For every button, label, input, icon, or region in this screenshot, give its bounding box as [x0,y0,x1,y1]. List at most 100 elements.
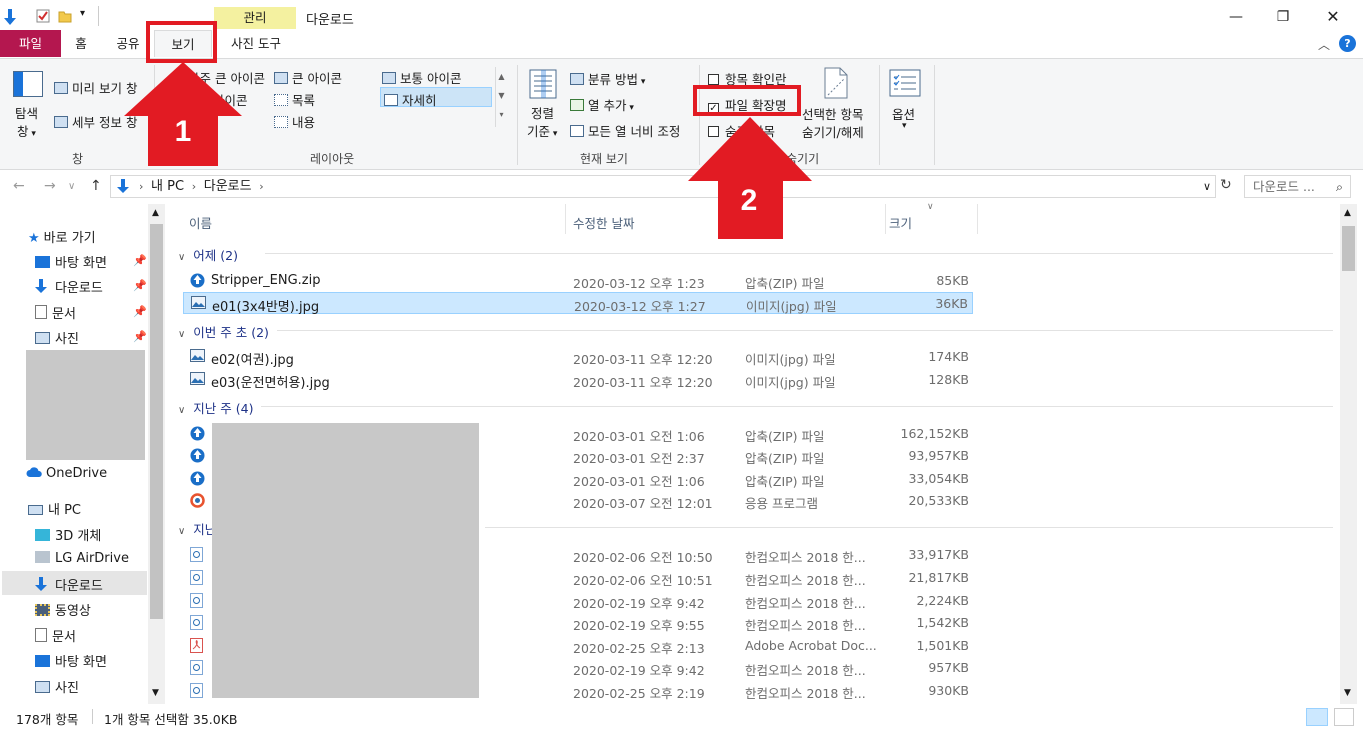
scroll-up-icon[interactable]: ▲ [1344,208,1351,218]
file-type: 한컴오피스 2018 한... [745,573,866,588]
collapse-ribbon-icon[interactable]: ︿ [1318,36,1330,53]
item-checkboxes-checkbox[interactable] [708,74,719,85]
file-type: 이미지(jpg) 파일 [746,299,837,314]
sidebar-item-this-pc[interactable]: 내 PC [28,499,81,518]
forward-icon[interactable]: → [44,178,56,194]
sidebar-scroll-thumb[interactable] [150,224,163,619]
sort-by-label-2[interactable]: 기준 ▾ [527,121,557,140]
file-name[interactable]: e01(3x4반명).jpg [212,296,319,315]
table-row[interactable]: e03(운전면허용).jpg 2020-03-11 오후 12:20 이미지(jpg… [183,369,973,391]
group-divider [261,406,1333,407]
nav-pane-label-2[interactable]: 창 ▾ [17,121,36,140]
navigation-pane: ★ 바로 가기 바탕 화면 📌 다운로드 📌 문서 📌 사진 📌 OneDrive… [0,204,165,704]
sidebar-item-desktop[interactable]: 바탕 화면 [35,252,107,271]
down-arrow-icon[interactable] [3,9,17,25]
navigation-pane-icon[interactable] [13,71,43,97]
pin-icon[interactable]: 📌 [133,254,147,267]
layout-medium-icons[interactable]: 보통 아이콘 [382,68,461,87]
sidebar-item-downloads-pc[interactable]: 다운로드 [35,575,103,594]
sidebar-item-documents[interactable]: 문서 [35,303,76,322]
file-list-scroll-thumb[interactable] [1342,226,1355,271]
sort-by-icon[interactable] [529,69,557,99]
pin-icon[interactable]: 📌 [133,279,147,292]
scroll-down-icon[interactable]: ▼ [152,688,159,698]
tab-photo-tools[interactable]: 사진 도구 [216,30,296,57]
breadcrumb-downloads[interactable]: 다운로드 [204,179,252,194]
search-input[interactable]: 다운로드 ... ⌕ [1244,175,1351,198]
layout-details[interactable]: 자세히 [380,87,492,108]
column-divider[interactable] [565,204,566,234]
column-divider[interactable] [977,204,978,234]
file-name[interactable]: e03(운전면허용).jpg [211,372,330,391]
sidebar-item-videos[interactable]: 동영상 [35,600,91,619]
pictures-icon [35,681,50,693]
sidebar-item-3d-objects[interactable]: 3D 개체 [35,525,101,544]
layout-content[interactable]: 내용 [274,112,315,131]
breadcrumb-this-pc[interactable]: 내 PC [151,179,184,194]
file-name[interactable]: e02(여권).jpg [211,349,294,368]
sidebar-item-onedrive[interactable]: OneDrive [26,466,107,481]
scroll-down-icon[interactable]: ▼ [1344,688,1351,698]
column-divider[interactable] [885,204,886,234]
manage-context-tab[interactable]: 관리 [214,7,296,29]
search-icon[interactable]: ⌕ [1336,176,1343,197]
sidebar-item-pictures[interactable]: 사진 [35,328,79,347]
sidebar-item-desktop-pc[interactable]: 바탕 화면 [35,651,107,670]
back-icon[interactable]: ← [13,178,25,194]
new-folder-icon[interactable] [58,9,72,23]
file-name[interactable]: Stripper_ENG.zip [211,273,320,288]
column-header-size[interactable]: 크기 [889,213,912,232]
add-columns-button[interactable]: 열 추가 ▾ [570,95,634,114]
table-row-selected[interactable]: e01(3x4반명).jpg 2020-03-12 오후 1:27 이미지(jpg)… [183,292,973,315]
file-type: 이미지(jpg) 파일 [745,352,836,367]
tab-share[interactable]: 공유 [105,30,151,57]
nav-pane-label[interactable]: 탐색 [15,103,38,122]
properties-icon[interactable] [36,9,50,23]
file-list-scrollbar[interactable] [1340,204,1357,704]
sidebar-item-documents-pc[interactable]: 문서 [35,626,76,645]
table-row[interactable]: Stripper_ENG.zip 2020-03-12 오후 1:23 압축(ZIP… [183,270,973,292]
details-view-icon[interactable] [1306,708,1328,726]
group-header-yesterday[interactable]: ∨ 어제 (2) [178,245,238,264]
sidebar-label: LG AirDrive [55,551,129,566]
options-icon[interactable] [889,69,921,97]
group-header-earlier[interactable]: ∨ 지난 [178,519,216,538]
close-button[interactable]: ✕ [1313,6,1353,28]
table-row[interactable]: e02(여권).jpg 2020-03-11 오후 12:20 이미지(jpg) 파… [183,346,973,368]
options-dropdown-icon[interactable]: ▾ [902,121,907,131]
help-icon[interactable]: ? [1339,35,1356,52]
column-header-date[interactable]: 수정한 날짜 [573,213,634,232]
pin-icon[interactable]: 📌 [133,305,147,318]
file-date: 2020-02-19 오후 9:42 [573,663,705,678]
layout-list[interactable]: 목록 [274,90,315,109]
cube-icon [35,529,50,541]
pin-icon[interactable]: 📌 [133,330,147,343]
group-header-last-week[interactable]: ∨ 지난 주 (4) [178,398,253,417]
tab-home[interactable]: 홈 [63,30,99,57]
maximize-button[interactable]: ❐ [1263,6,1303,28]
refresh-icon[interactable]: ↻ [1220,177,1232,193]
up-icon[interactable]: ↑ [90,178,102,194]
file-size: 1,501KB [916,638,969,653]
file-date: 2020-02-25 오후 2:13 [573,641,705,656]
recent-chevron-icon[interactable]: ∨ [68,181,75,192]
minimize-button[interactable]: — [1216,6,1256,28]
sidebar-item-pictures-pc[interactable]: 사진 [35,677,79,696]
column-header-name[interactable]: 이름 [189,213,212,232]
layout-large-icons[interactable]: 큰 아이콘 [274,68,342,87]
group-header-earlier-this-week[interactable]: ∨ 이번 주 초 (2) [178,322,269,341]
sidebar-item-quick-access[interactable]: ★ 바로 가기 [28,227,96,246]
sort-by-label[interactable]: 정렬 [531,103,554,122]
sidebar-item-lg-airdrive[interactable]: LG AirDrive [35,551,129,566]
large-icons-view-icon[interactable] [1334,708,1354,726]
group-by-button[interactable]: 분류 방법 ▾ [570,69,645,88]
sidebar-item-downloads[interactable]: 다운로드 [35,277,103,296]
hide-selected-icon[interactable] [823,67,849,99]
address-input[interactable]: › 내 PC › 다운로드 › ∨ [110,175,1216,198]
tab-file[interactable]: 파일 [0,30,61,57]
scroll-up-icon[interactable]: ▲ [152,208,159,218]
quick-access-dropdown[interactable]: ▾ [80,8,85,19]
size-all-columns-button[interactable]: 모든 열 너비 조정 [570,121,680,140]
address-dropdown-icon[interactable]: ∨ [1203,176,1211,197]
layout-scroll[interactable]: ▲ ▼ ▾ [495,67,507,127]
